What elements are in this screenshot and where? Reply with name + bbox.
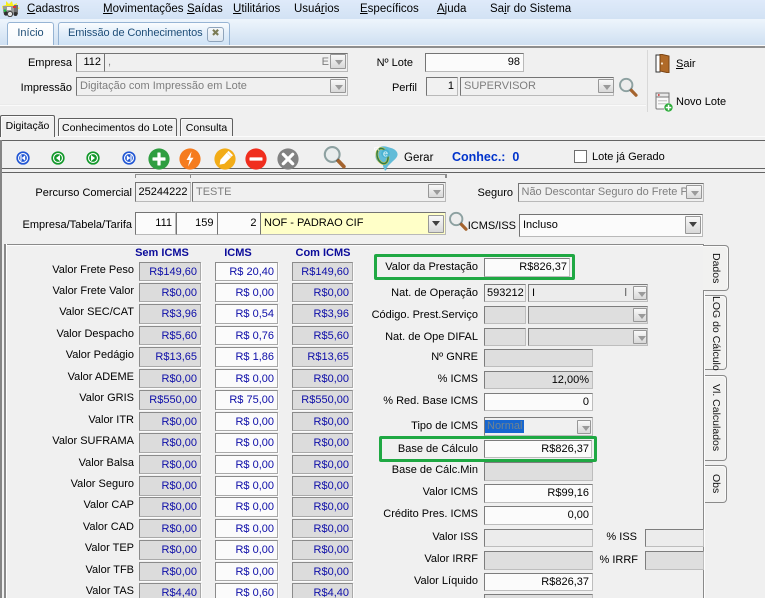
svg-text:ct: ct xyxy=(374,147,379,153)
svg-text:e: e xyxy=(383,149,388,159)
